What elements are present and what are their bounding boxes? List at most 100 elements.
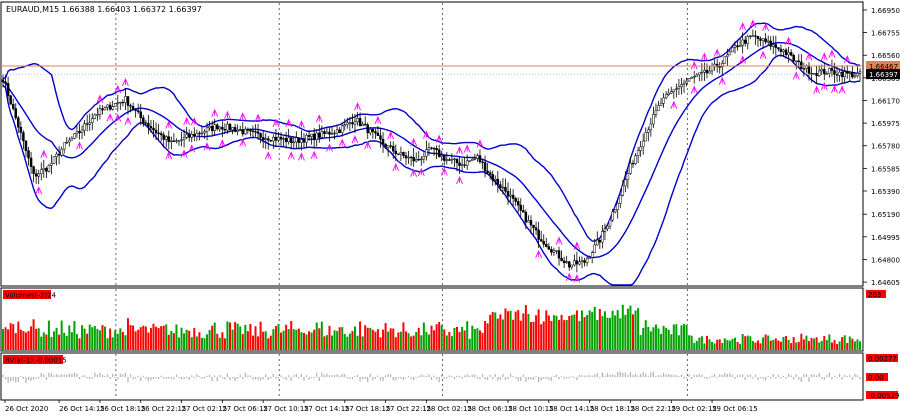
rvi-bar	[117, 377, 119, 380]
chart-canvas[interactable]: 1.669501.667551.665601.663651.661701.659…	[0, 0, 900, 415]
rvi-bar	[800, 377, 802, 382]
rvi-bar	[186, 377, 188, 379]
volume-bar	[499, 314, 502, 350]
volume-bar	[262, 331, 265, 350]
rvi-bar	[15, 377, 17, 383]
volume-bar	[698, 337, 701, 350]
candle-body	[80, 129, 84, 133]
volume-bar	[609, 318, 612, 350]
volume-bar	[172, 333, 175, 350]
volume-bar	[402, 322, 405, 350]
rvi-bar	[362, 377, 364, 380]
trading-chart[interactable]: 1.669501.667551.665601.663651.661701.659…	[0, 0, 900, 415]
rvi-bar	[558, 377, 560, 380]
candle-body	[126, 96, 130, 106]
volume-bar	[415, 331, 418, 350]
rvi-bar	[300, 373, 303, 377]
volume-bar	[17, 321, 20, 350]
volume-bar	[818, 342, 821, 350]
rvi-bar	[188, 377, 190, 380]
candle-body	[264, 138, 267, 141]
price-axis-label: 1.64605	[871, 279, 900, 287]
volume-bar	[552, 315, 555, 350]
price-axis-label: 1.66950	[871, 7, 900, 15]
rvi-bar	[754, 374, 757, 377]
rvi-bar	[285, 377, 287, 381]
volume-bar	[654, 324, 657, 350]
volume-bar	[4, 327, 7, 350]
rvi-bar	[387, 373, 389, 377]
rvi-bar	[280, 375, 282, 377]
volume-bar	[560, 314, 563, 350]
candle-body	[468, 160, 472, 162]
rvi-bar	[461, 377, 463, 379]
rvi-bar	[344, 374, 346, 377]
volume-bar	[688, 335, 691, 350]
rvi-bar	[795, 374, 797, 377]
candle-body	[749, 35, 752, 37]
volume-bar	[384, 323, 387, 350]
candle-body	[784, 49, 788, 56]
rvi-bar	[318, 377, 320, 381]
candle-body	[116, 102, 120, 104]
volume-bar	[512, 319, 515, 350]
candle-body	[52, 156, 56, 164]
price-axis-label: 1.65190	[871, 211, 900, 219]
rvi-bar	[726, 374, 728, 377]
rvi-bar	[216, 377, 218, 382]
candle-body	[483, 162, 487, 172]
candle-body	[511, 194, 515, 199]
candle-body	[580, 260, 584, 262]
candle-body	[366, 124, 369, 134]
volume-bar	[114, 330, 117, 350]
rvi-bar	[321, 372, 323, 377]
volume-bar	[50, 336, 53, 350]
volume-bar	[734, 337, 737, 350]
volume-bar	[759, 343, 762, 350]
rvi-bar	[481, 374, 484, 377]
candle-body	[675, 88, 678, 90]
rvi-bar	[66, 374, 68, 377]
candle-body	[754, 35, 757, 37]
volume-bar	[404, 331, 407, 350]
volume-bar	[619, 318, 622, 350]
volume-bar	[170, 330, 173, 350]
candle-body	[593, 244, 596, 253]
candle-body	[631, 162, 635, 165]
volume-bar	[75, 334, 78, 350]
volume-bar	[731, 338, 734, 350]
rvi-bar	[841, 377, 843, 380]
rvi-bar	[275, 377, 277, 379]
volume-bar	[563, 320, 566, 350]
rvi-bar	[708, 377, 711, 379]
volume-bar	[285, 324, 288, 350]
volume-bar	[657, 328, 660, 350]
rvi-bar	[515, 377, 517, 379]
volume-bar	[264, 331, 267, 350]
rvi-bar	[249, 375, 252, 377]
price-axis-label: 1.65390	[871, 188, 900, 196]
volume-bar	[611, 310, 614, 350]
volume-bar	[12, 324, 15, 350]
volume-bar	[73, 321, 76, 350]
rvi-bar	[91, 377, 93, 379]
candle-body	[19, 126, 23, 133]
volume-bar	[545, 310, 548, 350]
volume-bar	[471, 325, 474, 350]
volume-bar	[315, 322, 318, 350]
candle-body	[68, 139, 71, 143]
candle-body	[32, 166, 35, 174]
candle-body	[817, 70, 821, 77]
volume-bar	[565, 319, 568, 350]
volume-bar	[152, 323, 155, 350]
volume-bar	[407, 333, 410, 350]
candle-body	[667, 92, 670, 95]
volume-bar	[254, 326, 257, 350]
volume-bar	[782, 336, 785, 350]
candle-body	[728, 51, 732, 56]
candle-body	[807, 65, 811, 74]
volume-bar	[723, 338, 726, 350]
volume-bar	[300, 332, 303, 350]
candle-body	[685, 80, 688, 84]
rvi-bar	[553, 375, 555, 377]
